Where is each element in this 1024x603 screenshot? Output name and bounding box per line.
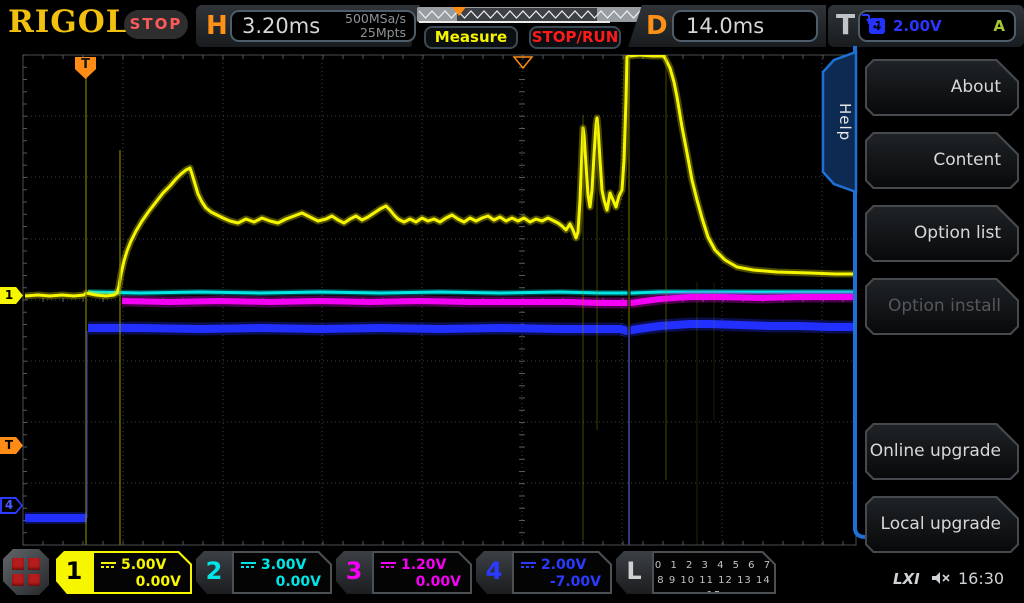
channel-1-offset: 0.00V <box>94 574 190 590</box>
menu-item-local-upgrade[interactable]: Local upgrade <box>865 496 1019 553</box>
speaker-muted-icon <box>930 571 952 587</box>
channel-2-status[interactable]: 2 3.00V 0.00V <box>196 551 332 594</box>
timebase-box[interactable]: 3.20ms 500MSa/s 25Mpts <box>230 10 416 42</box>
measure-button[interactable]: Measure <box>424 26 518 49</box>
run-state-badge: STOP <box>124 10 188 39</box>
dc-coupling-icon <box>101 562 116 568</box>
sample-rate: 500MSa/s <box>345 11 406 26</box>
channel-4-offset: -7.00V <box>514 574 610 590</box>
rigol-logo: RIGOL <box>8 4 129 40</box>
delay-value: 14.0ms <box>674 14 764 38</box>
channel-4-status[interactable]: 4 2.00V -7.00V <box>476 551 612 594</box>
d-label: D <box>646 11 668 41</box>
trigger-mode: A <box>993 17 1005 35</box>
memory-displayed-underline <box>419 21 610 23</box>
channel-1-scale: 5.00V <box>121 557 166 573</box>
tab-help[interactable]: Help <box>828 64 854 180</box>
digital-channels-row1: 0 1 2 3 4 5 6 7 <box>654 558 774 573</box>
channel-3-scale: 1.20V <box>401 557 446 573</box>
timebase-value: 3.20ms <box>232 14 320 38</box>
red-grid-icon <box>12 558 40 586</box>
dc-coupling-icon <box>521 562 536 568</box>
menu-item-option-install[interactable]: Option install <box>865 278 1019 335</box>
channel-3-tab: 3 <box>336 551 372 594</box>
channel-4-scale: 2.00V <box>541 557 586 573</box>
channel-2-offset: 0.00V <box>234 574 330 590</box>
h-label: H <box>206 11 228 41</box>
menu-item-about[interactable]: About <box>865 59 1019 116</box>
logic-tab: L <box>616 551 652 594</box>
system-menu-button[interactable] <box>3 549 49 595</box>
clock: 16:30 <box>958 569 1004 588</box>
channel-4-tab: 4 <box>476 551 512 594</box>
acquisition-info: 500MSa/s 25Mpts <box>345 12 414 41</box>
channel-1-tab: 1 <box>56 551 92 594</box>
oscilloscope-screen: RIGOL STOP H 3.20ms 500MSa/s 25Mpts Meas… <box>0 0 1024 600</box>
channel-2-scale: 3.00V <box>261 557 306 573</box>
logic-analyzer-status[interactable]: L 0 1 2 3 4 5 6 7 8 9 10 11 12 13 14 15 <box>616 551 776 594</box>
dc-coupling-icon <box>241 562 256 568</box>
dc-coupling-icon <box>381 562 396 568</box>
channel-1-status[interactable]: 1 5.00V 0.00V <box>56 551 192 594</box>
menu-item-content[interactable]: Content <box>865 132 1019 189</box>
memory-depth: 25Mpts <box>360 25 406 40</box>
menu-item-online-upgrade[interactable]: Online upgrade <box>865 423 1019 480</box>
channel-2-tab: 2 <box>196 551 232 594</box>
stop-run-button[interactable]: STOP/RUN <box>529 26 621 49</box>
delay-box[interactable]: 14.0ms <box>672 10 818 42</box>
lxi-logo: LXI <box>893 570 920 588</box>
memory-trigger-marker-icon <box>452 7 466 16</box>
menu-item-option-list[interactable]: Option list <box>865 205 1019 262</box>
channel-3-offset: 0.00V <box>374 574 470 590</box>
channel-3-status[interactable]: 3 1.20V 0.00V <box>336 551 472 594</box>
